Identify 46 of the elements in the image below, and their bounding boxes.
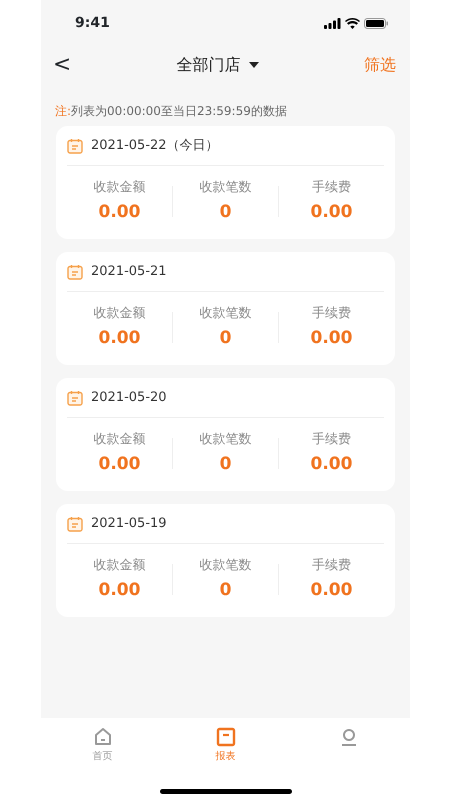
status-time: 9:41	[75, 14, 110, 32]
stat-value: 0	[220, 578, 232, 602]
report-icon	[216, 727, 236, 747]
date-label: 2021-05-21	[91, 262, 167, 281]
stat-label: 手续费	[312, 557, 351, 575]
stat-value: 0.00	[310, 200, 352, 224]
page-title: 全部门店	[176, 54, 241, 76]
stat-label: 收款金额	[94, 557, 146, 575]
tab-button[interactable]: 首页	[41, 726, 164, 765]
calendar-icon	[67, 516, 83, 532]
date-label: 2021-05-20	[91, 388, 167, 407]
filter-button[interactable]: 筛选	[364, 53, 396, 77]
stat-label: 收款笔数	[200, 557, 252, 575]
tab-button[interactable]: 报表	[164, 726, 287, 765]
stat-label: 收款金额	[94, 305, 146, 323]
battery-icon	[364, 18, 388, 28]
stat-label: 收款金额	[94, 179, 146, 197]
stat-value: 0.00	[310, 326, 352, 350]
stat-value: 0.00	[98, 452, 140, 476]
signal-icon	[324, 18, 341, 28]
note-label: 注:	[55, 104, 72, 118]
stat-label: 收款笔数	[200, 179, 252, 197]
stat-label: 收款笔数	[200, 431, 252, 449]
stat-label: 手续费	[312, 179, 351, 197]
stat-value: 0.00	[310, 578, 352, 602]
stat-value: 0.00	[98, 578, 140, 602]
calendar-icon	[67, 264, 83, 280]
date-label: 2021-05-19	[91, 514, 167, 533]
calendar-icon	[67, 390, 83, 406]
dropdown-caret-icon[interactable]	[248, 62, 259, 68]
stat-value: 0.00	[98, 326, 140, 350]
stat-label: 收款笔数	[200, 305, 252, 323]
date-label: 2021-05-22（今日）	[91, 136, 219, 155]
stat-value: 0	[220, 452, 232, 476]
stat-value: 0	[220, 200, 232, 224]
stat-label: 手续费	[312, 431, 351, 449]
stat-value: 0.00	[310, 452, 352, 476]
note-text: 列表为00:00:00至当日23:59:59的数据	[71, 104, 287, 118]
stat-label: 手续费	[312, 305, 351, 323]
home-icon	[92, 727, 112, 747]
stat-label: 收款金额	[94, 431, 146, 449]
stat-value: 0.00	[98, 200, 140, 224]
back-button[interactable]: <	[53, 54, 72, 76]
calendar-icon	[67, 138, 83, 154]
stat-value: 0	[220, 326, 232, 350]
wifi-icon	[345, 18, 360, 28]
